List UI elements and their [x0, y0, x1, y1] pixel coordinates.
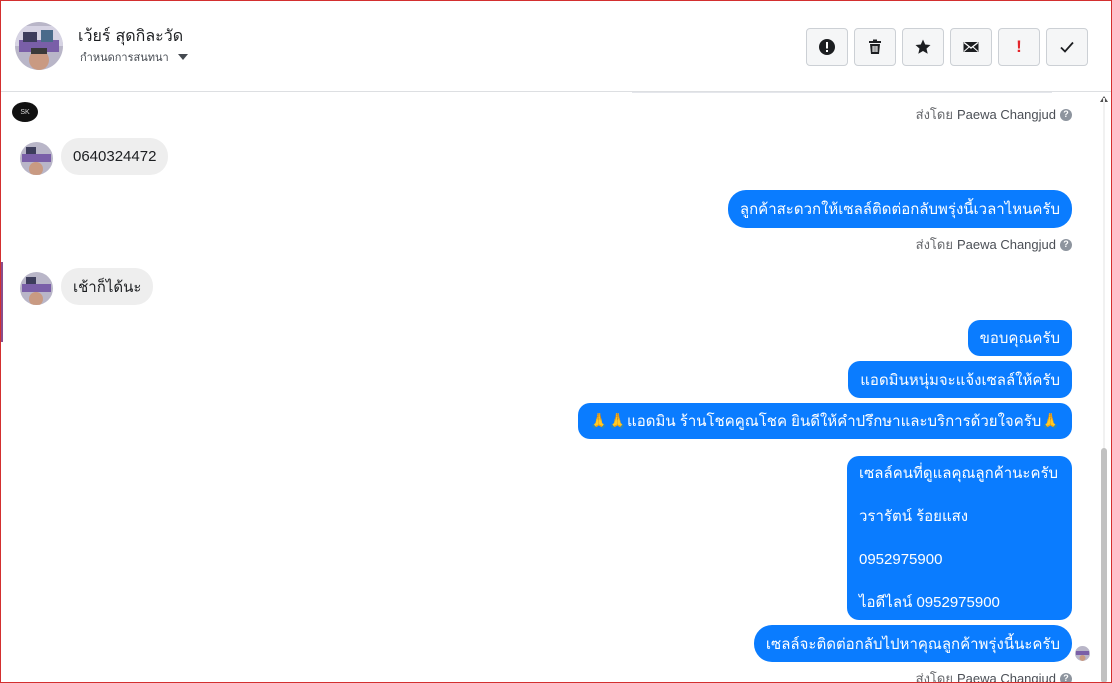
- conversation-header: เว้ยร์ สุดกิละวัด กำหนดการสนทนา !: [0, 0, 1112, 92]
- conversation-toolbar: !: [806, 28, 1088, 66]
- contact-name: เว้ยร์ สุดกิละวัด: [78, 26, 184, 45]
- exclamation-icon: !: [1016, 37, 1022, 56]
- spam-button[interactable]: [806, 28, 848, 66]
- side-accent: [0, 262, 3, 342]
- scrollbar[interactable]: [1100, 98, 1108, 683]
- mark-unread-button[interactable]: [950, 28, 992, 66]
- outgoing-message[interactable]: เซลล์จะติดต่อกลับไปหาคุณลูกค้าพรุ่งนี้นะ…: [753, 625, 1072, 662]
- contact-avatar-small[interactable]: [20, 142, 53, 175]
- delete-button[interactable]: [854, 28, 896, 66]
- incoming-message[interactable]: 0640324472: [61, 138, 169, 175]
- outgoing-message[interactable]: ลูกค้าสะดวกให้เซลล์ติดต่อกลับพรุ่งนี้เวล…: [727, 190, 1072, 228]
- assign-conversation-label: กำหนดการสนทนา: [80, 51, 169, 64]
- message-line: วรารัตน์ ร้อยแสง: [859, 508, 969, 525]
- help-icon[interactable]: ?: [1060, 238, 1072, 251]
- sent-by-label: ส่งโดย Paewa Changjud ?: [916, 668, 1072, 683]
- read-receipt-avatar: [1075, 646, 1090, 661]
- agent-name: Paewa Changjud: [956, 107, 1056, 122]
- outgoing-message[interactable]: 🙏🙏แอดมิน ร้านโชคคูณโชค ยินดีให้คำปรึกษาแ…: [577, 403, 1072, 439]
- checkmark-icon: [1060, 41, 1074, 53]
- envelope-icon: [963, 41, 979, 52]
- star-icon: [915, 39, 931, 54]
- star-button[interactable]: [902, 28, 944, 66]
- outgoing-message-multiline[interactable]: เซลล์คนที่ดูแลคุณลูกค้านะครับ วรารัตน์ ร…: [847, 456, 1072, 620]
- agent-name: Paewa Changjud: [956, 237, 1056, 252]
- sent-by-label: ส่งโดย Paewa Changjud ?: [916, 104, 1072, 125]
- message-line: 0952975900: [859, 551, 943, 568]
- help-icon[interactable]: ?: [1060, 108, 1072, 121]
- alert-circle-icon: [819, 39, 835, 55]
- page-logo: SK: [12, 102, 38, 122]
- message-line: เซลล์คนที่ดูแลคุณลูกค้านะครับ: [859, 465, 1059, 482]
- contact-avatar[interactable]: [15, 22, 63, 70]
- follow-up-button[interactable]: !: [998, 28, 1040, 66]
- mark-done-button[interactable]: [1046, 28, 1088, 66]
- agent-name: Paewa Changjud: [956, 671, 1056, 683]
- divider: [632, 92, 1052, 93]
- outgoing-message[interactable]: ขอบคุณครับ: [967, 320, 1072, 356]
- incoming-message[interactable]: เช้าก็ได้นะ: [61, 268, 154, 305]
- help-icon[interactable]: ?: [1060, 672, 1072, 683]
- caret-down-icon: [177, 54, 188, 60]
- sent-by-label: ส่งโดย Paewa Changjud ?: [916, 234, 1072, 255]
- contact-avatar-small[interactable]: [20, 272, 53, 305]
- assign-conversation-dropdown[interactable]: กำหนดการสนทนา: [80, 48, 188, 66]
- scrollbar-thumb[interactable]: [1101, 448, 1107, 683]
- outgoing-message[interactable]: แอดมินหนุ่มจะแจ้งเซลล์ให้ครับ: [848, 361, 1072, 398]
- trash-icon: [869, 39, 881, 54]
